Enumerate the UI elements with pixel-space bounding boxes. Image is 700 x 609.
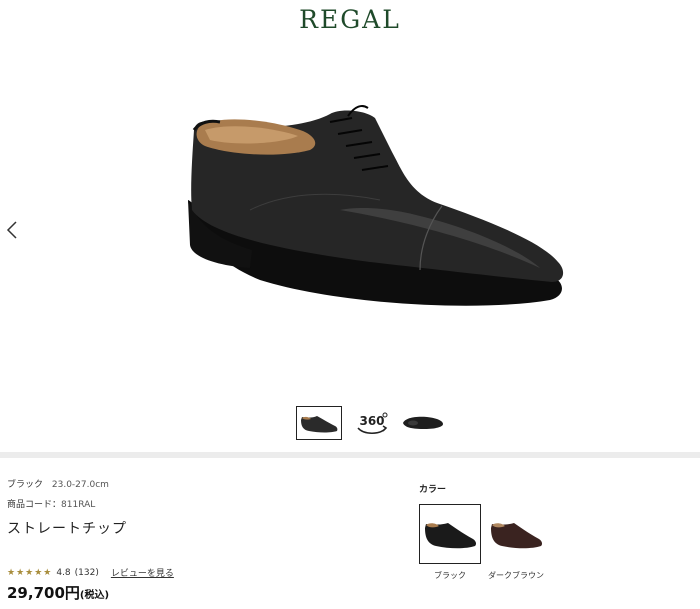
color-swatch-black[interactable] <box>419 504 481 564</box>
size-range: 23.0-27.0cm <box>51 480 109 490</box>
product-code-line: 商品コード：811RAL <box>7 498 397 512</box>
product-name: ストレートチップ <box>7 521 127 537</box>
product-code-label: 商品コード： <box>7 500 62 510</box>
tax-note: (税込) <box>79 590 110 601</box>
view-reviews-link[interactable]: レビューを見る <box>111 566 174 579</box>
thumbnail-strip: 360 <box>0 406 700 442</box>
color-option-label-dark-brown: ダークブラウン <box>488 571 544 580</box>
section-divider <box>0 452 700 458</box>
rotate-360-icon[interactable]: 360 <box>349 406 395 440</box>
rating-stars-icon: ★★★★★ <box>7 567 53 578</box>
color-section-title: カラー <box>419 485 447 495</box>
brand-logo[interactable]: REGAL <box>0 4 700 36</box>
product-main-image <box>180 100 570 320</box>
rating-value: 4.8 <box>56 567 71 578</box>
thumbnail-shoe-top[interactable] <box>400 406 446 440</box>
price: 29,700円(税込) <box>7 582 109 603</box>
review-count: (132) <box>74 567 99 578</box>
color-option-label-black: ブラック <box>434 571 466 580</box>
product-code-value: 811RAL <box>61 500 96 510</box>
chevron-left-icon[interactable] <box>4 218 20 242</box>
rotate-360-label: 360 <box>359 414 384 428</box>
color-swatch-dark-brown[interactable] <box>485 504 547 564</box>
price-value: 29,700円 <box>7 584 80 602</box>
product-gallery <box>0 40 700 400</box>
color-size-line: ブラック 23.0-27.0cm <box>7 478 397 492</box>
rating-row: ★★★★★ 4.8 (132) レビューを見る <box>7 566 174 580</box>
product-info: ブラック 23.0-27.0cm 商品コード：811RAL ストレートチップ <box>7 478 397 539</box>
current-color-label: ブラック <box>7 480 44 490</box>
thumbnail-shoe-side[interactable] <box>296 406 342 440</box>
